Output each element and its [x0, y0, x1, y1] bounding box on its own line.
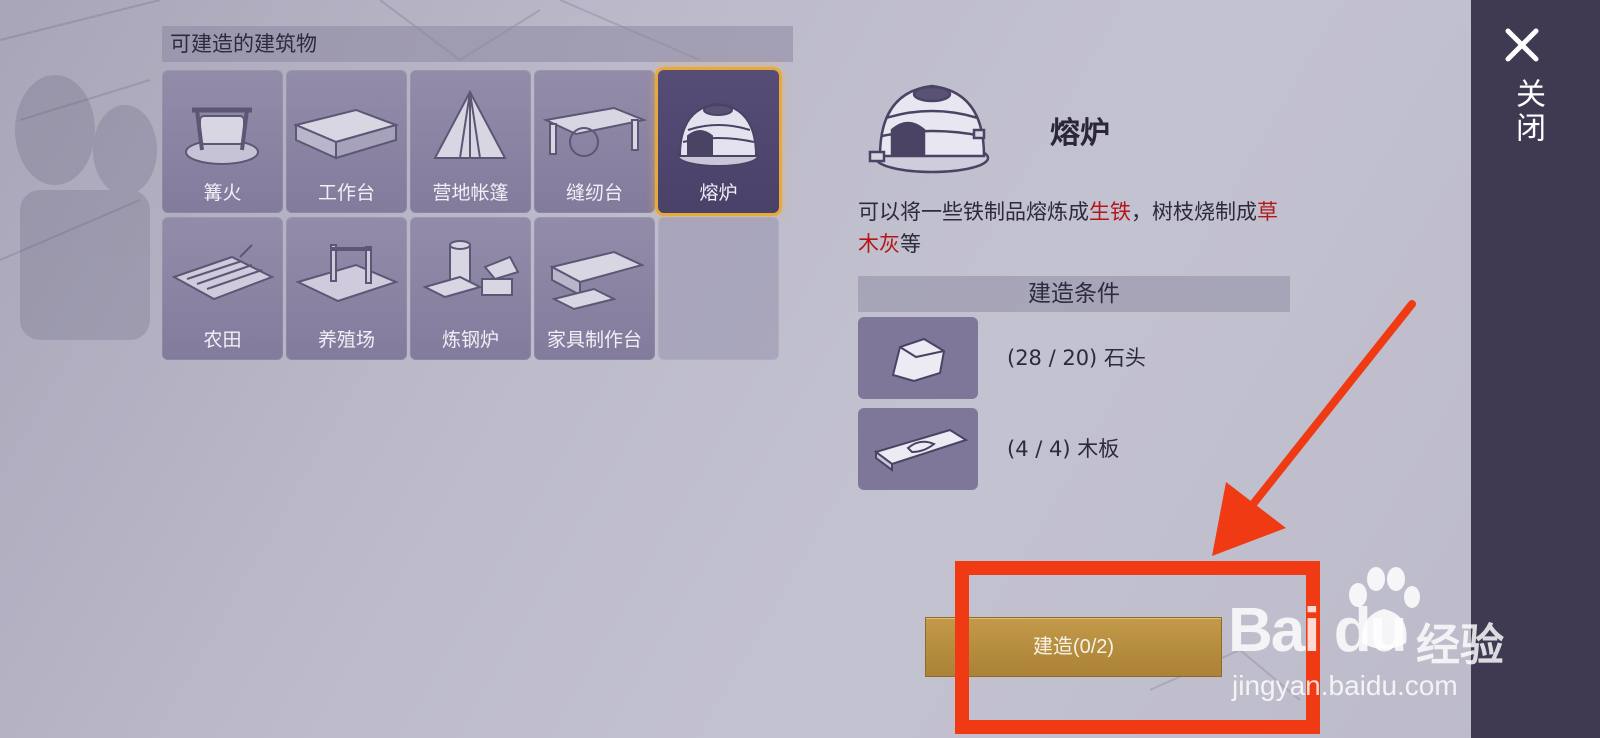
campfire-icon	[185, 107, 259, 165]
desc-text: 可以将一些铁制品熔炼成	[858, 200, 1089, 224]
farmland-icon	[171, 244, 275, 301]
building-description: 可以将一些铁制品熔炼成生铁，树枝烧制成草木灰等	[858, 196, 1298, 260]
building-label: 工作台	[317, 182, 375, 204]
furniture-bench-icon	[549, 250, 645, 311]
material-slot-plank	[858, 408, 978, 490]
desc-text: ，树枝烧制成	[1131, 200, 1257, 224]
building-tile-farmland[interactable]: 农田	[162, 217, 283, 360]
building-label: 篝火	[203, 182, 242, 204]
building-label: 营地帐篷	[432, 182, 509, 204]
building-tile-tent[interactable]: 营地帐篷	[410, 70, 531, 213]
stone-icon	[891, 337, 946, 383]
watermark-url: jingyan.baidu.com	[1232, 670, 1458, 701]
watermark-brand: Bai du	[1228, 596, 1407, 665]
annotation-arrow-icon	[1212, 300, 1416, 556]
desc-text: 等	[900, 232, 921, 256]
empty-slot	[658, 217, 779, 360]
material-requirement-stone: (28 / 20) 石头	[1007, 346, 1146, 370]
building-tile-campfire[interactable]: 篝火	[162, 70, 283, 213]
steel-furnace-icon	[422, 240, 520, 299]
building-label: 炼钢炉	[441, 329, 499, 351]
furnace-icon	[868, 84, 990, 174]
detail-title: 熔炉	[1050, 116, 1110, 151]
building-label: 农田	[203, 329, 242, 351]
section-title: 可建造的建筑物	[162, 26, 793, 62]
building-tile-sewing[interactable]: 缝纫台	[534, 70, 655, 213]
furnace-icon	[677, 102, 759, 167]
close-button[interactable]: 关闭	[1505, 78, 1549, 146]
building-tile-furnace[interactable]: 熔炉	[658, 70, 779, 213]
plank-icon	[873, 428, 969, 472]
farm-pen-icon	[295, 244, 399, 303]
building-tile-farm-pen[interactable]: 养殖场	[286, 217, 407, 360]
desc-highlight-pig-iron: 生铁	[1089, 200, 1131, 224]
close-icon[interactable]	[1502, 25, 1542, 65]
material-slot-stone	[858, 317, 978, 399]
building-label: 家具制作台	[546, 329, 642, 351]
baidu-watermark: Bai du 经验 jingyan.baidu.com	[1228, 565, 1528, 705]
tent-icon	[433, 89, 507, 159]
building-tile-steel-furnace[interactable]: 炼钢炉	[410, 217, 531, 360]
building-label: 养殖场	[317, 329, 375, 351]
workbench-icon	[292, 108, 400, 160]
material-requirement-plank: (4 / 4) 木板	[1007, 437, 1120, 461]
building-label: 缝纫台	[565, 182, 623, 204]
watermark-cn: 经验	[1416, 620, 1504, 671]
building-tile-furniture[interactable]: 家具制作台	[534, 217, 655, 360]
building-label: 熔炉	[699, 182, 738, 204]
building-tile-workbench[interactable]: 工作台	[286, 70, 407, 213]
sewing-table-icon	[542, 106, 648, 157]
